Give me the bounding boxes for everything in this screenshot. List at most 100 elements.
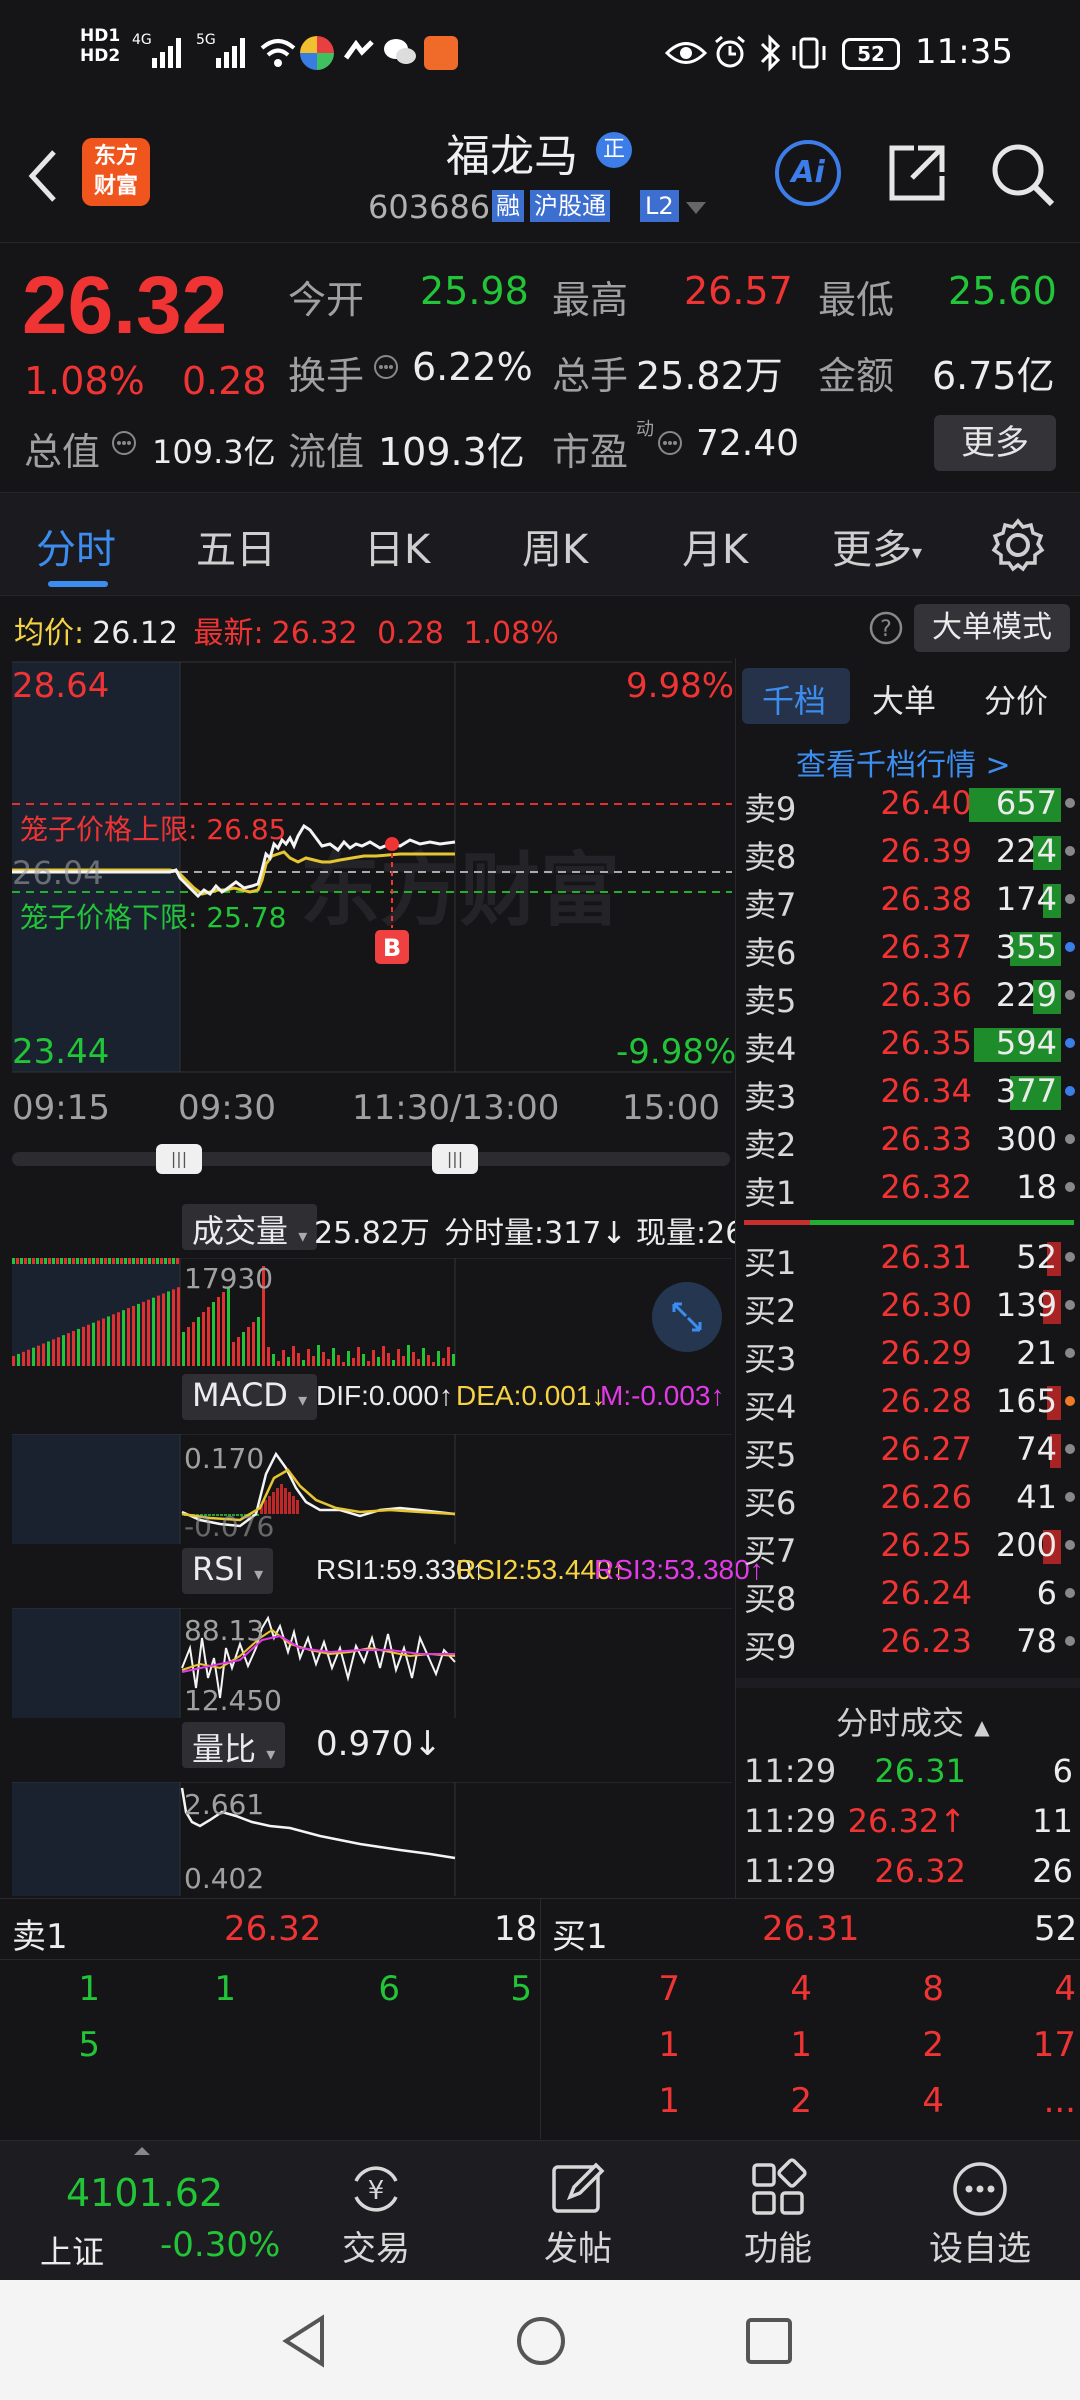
ask-volume: 300 xyxy=(995,1120,1057,1158)
volume-bar-top xyxy=(88,1258,91,1264)
book-tab-price-volume[interactable]: 分价 xyxy=(984,676,1048,722)
stock-header: 东方 财富 福龙马 正 603686 融 沪股通 L2 Ai xyxy=(0,110,1080,242)
trade-price: 26.31 xyxy=(874,1752,966,1790)
ai-button[interactable]: Ai xyxy=(775,140,841,206)
sell1-label: 卖1 xyxy=(12,1917,68,1957)
bid-indicator-dot xyxy=(1065,1588,1075,1598)
volume-selector[interactable]: 成交量 ▾ xyxy=(182,1204,318,1250)
order-book: 千档 大单 分价 查看千档行情 > 卖9 26.40 657 卖8 26.39 224 卖7… xyxy=(735,658,1080,1898)
help-icon[interactable]: ? xyxy=(868,610,904,646)
search-icon[interactable] xyxy=(988,140,1056,208)
macd-selector[interactable]: MACD ▾ xyxy=(182,1374,318,1420)
ask-row[interactable]: 卖6 26.37 355 xyxy=(736,924,1080,972)
bid-row[interactable]: 买9 26.23 78 xyxy=(736,1618,1080,1666)
volume-bar xyxy=(152,1297,155,1366)
tab-day-k[interactable]: 日K xyxy=(364,517,430,575)
queue-cell: ... xyxy=(1043,2081,1076,2121)
ask-row[interactable]: 卖1 26.32 18 xyxy=(736,1164,1080,1212)
ask-row[interactable]: 卖2 26.33 300 xyxy=(736,1116,1080,1164)
price-chart[interactable]: 东方财富 B xyxy=(0,658,735,1078)
range-handle-left[interactable]: ||| xyxy=(156,1144,202,1174)
nav-add-watchlist[interactable]: 设自选 xyxy=(910,2157,1050,2270)
tab-more[interactable]: 更多▾ xyxy=(832,517,922,575)
bid-row[interactable]: 买3 26.29 21 xyxy=(736,1330,1080,1378)
macd-top: 0.170 xyxy=(184,1442,265,1475)
volume-chart[interactable] xyxy=(0,1258,735,1368)
ask-price: 26.38 xyxy=(880,880,972,918)
index-name[interactable]: 上证 xyxy=(40,2227,104,2273)
nav-post[interactable]: 发帖 xyxy=(508,2157,648,2270)
range-handle-right[interactable]: ||| xyxy=(432,1144,478,1174)
nav-functions[interactable]: 功能 xyxy=(708,2157,848,2270)
bid-row[interactable]: 买7 26.25 200 xyxy=(736,1522,1080,1570)
volume-ratio-bottom: 0.402 xyxy=(184,1862,265,1895)
macd-chart[interactable] xyxy=(0,1434,735,1546)
ask-indicator-dot xyxy=(1065,990,1075,1000)
volume-bar-top xyxy=(156,1258,159,1264)
last-price: 26.32 xyxy=(22,260,228,351)
bluetooth-icon xyxy=(760,34,781,72)
book-separator xyxy=(736,1678,1080,1688)
buy-marker[interactable]: B xyxy=(383,934,401,962)
ask-indicator-dot xyxy=(1065,1086,1075,1096)
volume-bar-top xyxy=(16,1258,19,1264)
book-tab-depth[interactable]: 千档 xyxy=(762,676,826,722)
ask-row[interactable]: 卖3 26.34 377 xyxy=(736,1068,1080,1116)
more-button[interactable]: 更多 xyxy=(934,415,1056,471)
tab-intraday[interactable]: 分时 xyxy=(36,517,116,575)
bid-level-label: 买8 xyxy=(744,1580,797,1618)
nav-trade[interactable]: ¥ 交易 xyxy=(306,2157,446,2270)
rsi-selector[interactable]: RSI ▾ xyxy=(182,1548,274,1594)
volume-bar xyxy=(202,1312,205,1366)
volume-ratio-selector[interactable]: 量比 ▾ xyxy=(182,1722,286,1768)
share-icon[interactable] xyxy=(884,140,950,206)
ask-level-label: 卖3 xyxy=(744,1078,797,1116)
ask-row[interactable]: 卖8 26.39 224 xyxy=(736,828,1080,876)
depth-link[interactable]: 查看千档行情 > xyxy=(796,740,1011,784)
index-value[interactable]: 4101.62 xyxy=(66,2171,223,2215)
app-logo[interactable]: 东方 财富 xyxy=(82,138,150,206)
big-order-mode-button[interactable]: 大单模式 xyxy=(914,604,1070,652)
back-icon[interactable] xyxy=(22,146,62,206)
bid-row[interactable]: 买5 26.27 74 xyxy=(736,1426,1080,1474)
tab-month-k[interactable]: 月K xyxy=(682,517,748,575)
bid-row[interactable]: 买8 26.24 6 xyxy=(736,1570,1080,1618)
volume-ratio-chart[interactable] xyxy=(0,1782,735,1896)
ask-row[interactable]: 卖5 26.36 229 xyxy=(736,972,1080,1020)
rsi-chart[interactable] xyxy=(0,1608,735,1720)
trades-title[interactable]: 分时成交 ▲ xyxy=(836,1698,990,1744)
bid-row[interactable]: 买2 26.30 139 xyxy=(736,1282,1080,1330)
volume-bar xyxy=(87,1324,90,1366)
nav-home-icon[interactable] xyxy=(514,2314,568,2368)
volume-bar-top xyxy=(136,1258,139,1264)
settings-gear-icon[interactable] xyxy=(990,517,1046,573)
index-change[interactable]: -0.30% xyxy=(160,2225,280,2265)
expand-button[interactable] xyxy=(652,1282,722,1352)
book-tab-big-order[interactable]: 大单 xyxy=(872,676,936,722)
amount-label: 金额 xyxy=(818,354,895,398)
tab-5day[interactable]: 五日 xyxy=(196,517,276,575)
bid-row[interactable]: 买1 26.31 52 xyxy=(736,1234,1080,1282)
info-icon[interactable] xyxy=(372,353,400,381)
bid-price: 26.31 xyxy=(880,1238,972,1276)
range-slider-track[interactable] xyxy=(12,1152,730,1166)
bid-row[interactable]: 买6 26.26 41 xyxy=(736,1474,1080,1522)
nav-back-icon[interactable] xyxy=(280,2314,330,2368)
volume-bar-top xyxy=(28,1258,31,1264)
bid-row[interactable]: 买4 26.28 165 xyxy=(736,1378,1080,1426)
y-bottom-price: 23.44 xyxy=(12,1032,110,1072)
volume-bar xyxy=(42,1343,45,1366)
ask-row[interactable]: 卖7 26.38 174 xyxy=(736,876,1080,924)
info-icon-2[interactable] xyxy=(110,429,138,457)
nav-recents-icon[interactable] xyxy=(744,2316,794,2366)
info-icon-3[interactable] xyxy=(656,429,684,457)
ask-row[interactable]: 卖9 26.40 657 xyxy=(736,780,1080,828)
volume-bar xyxy=(357,1347,360,1366)
tab-week-k[interactable]: 周K xyxy=(522,517,588,575)
upper-cage-label: 笼子价格上限: 26.85 xyxy=(20,813,287,846)
bid-level-label: 买6 xyxy=(744,1484,797,1522)
post-icon xyxy=(552,2162,605,2213)
badge-icon: 正 xyxy=(596,132,632,168)
ask-row[interactable]: 卖4 26.35 594 xyxy=(736,1020,1080,1068)
caret-down-icon[interactable] xyxy=(684,200,708,216)
